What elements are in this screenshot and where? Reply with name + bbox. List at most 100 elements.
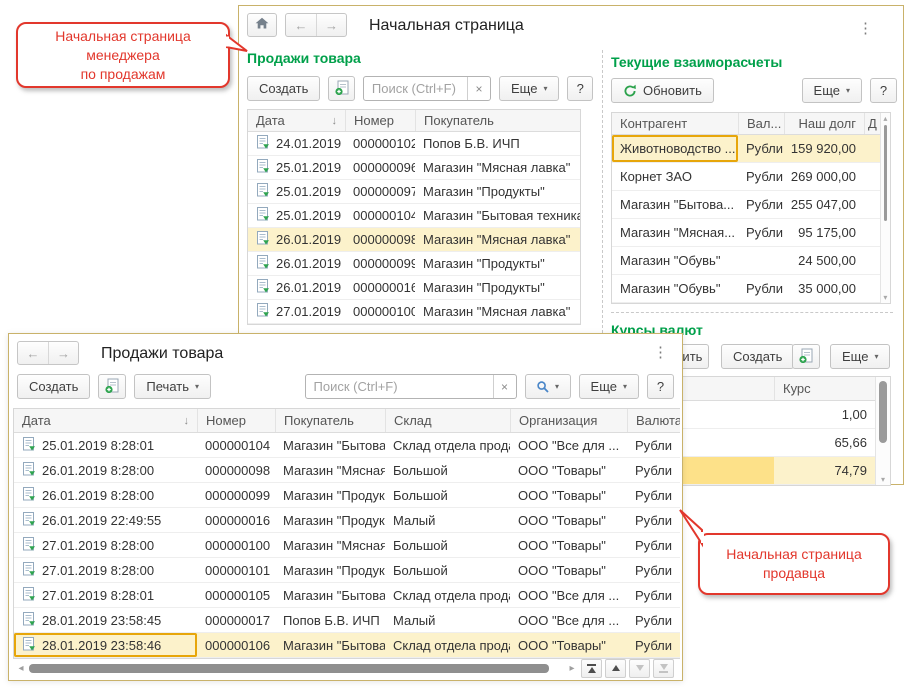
table-row[interactable]: Магазин "Обувь" Рубли 35 000,00 [612, 275, 880, 303]
create-button[interactable]: Создать [247, 76, 320, 101]
col-currency[interactable]: Валюта в [627, 409, 680, 432]
posted-document-icon [256, 303, 270, 320]
col-contractor[interactable]: Контрагент [612, 113, 738, 134]
col-currency[interactable]: Вал... [738, 113, 784, 134]
back-arrow-icon[interactable]: ← [18, 342, 48, 364]
horizontal-scrollbar[interactable] [27, 663, 562, 674]
home-sales-search: × [363, 76, 491, 101]
table-row[interactable]: 27.01.2019 8:28:01 000000105 Магазин "Бы… [14, 583, 680, 608]
search-input[interactable] [306, 379, 493, 394]
chevron-down-icon: ▾ [846, 86, 850, 95]
col-buyer[interactable]: Покупатель [275, 409, 385, 432]
print-button[interactable]: Печать▾ [134, 374, 211, 399]
clear-search-icon[interactable]: × [493, 375, 516, 398]
posted-document-icon [22, 462, 36, 479]
kebab-menu-icon[interactable]: ⋮ [653, 346, 668, 360]
col-date[interactable]: Дата↓ [248, 110, 345, 131]
search-input[interactable] [364, 81, 467, 96]
help-button[interactable]: ? [567, 76, 593, 101]
create-by-copy-button[interactable] [792, 344, 820, 369]
table-row[interactable]: 24.01.2019 ... 000000102 Попов Б.В. ИЧП [248, 132, 580, 156]
create-by-copy-button[interactable] [98, 374, 126, 399]
forward-arrow-icon[interactable]: → [48, 342, 78, 364]
table-row[interactable]: Магазин "Бытова... Рубли 255 047,00 [612, 191, 880, 219]
col-warehouse[interactable]: Склад [385, 409, 510, 432]
table-row[interactable]: 26.01.2019 22:49:55 000000016 Магазин "П… [14, 508, 680, 533]
col-date[interactable]: Дата↓ [14, 409, 197, 432]
table-row[interactable]: 28.01.2019 23:58:46 000000106 Магазин "Б… [14, 633, 680, 658]
table-row[interactable]: 25.01.2019 ... 000000104 Магазин "Бытова… [248, 204, 580, 228]
help-button[interactable]: ? [647, 374, 674, 399]
more-button[interactable]: Еще▾ [830, 344, 890, 369]
table-row[interactable]: Корнет ЗАО Рубли 269 000,00 [612, 163, 880, 191]
kebab-menu-icon[interactable]: ⋮ [858, 22, 873, 36]
clear-search-icon[interactable]: × [467, 77, 490, 100]
copy-document-icon [798, 348, 814, 366]
posted-document-icon [256, 279, 270, 296]
sales-table-header: Дата↓ Номер Покупатель Склад Организация… [14, 409, 680, 433]
create-button[interactable]: Создать [721, 344, 794, 369]
chevron-down-icon: ▾ [874, 352, 878, 361]
scrollbar-thumb[interactable] [29, 664, 549, 673]
scrollbar-thumb[interactable] [879, 381, 887, 443]
table-row[interactable]: 27.01.2019 8:28:00 000000100 Магазин "Мя… [14, 533, 680, 558]
more-button[interactable]: Еще▾ [499, 76, 559, 101]
scroll-right-icon[interactable]: ▸ [566, 663, 578, 674]
settlements-scrollbar[interactable]: ▴ ▾ [880, 113, 890, 303]
col-number[interactable]: Номер [345, 110, 415, 131]
table-row[interactable]: 26.01.2019 ... 000000016 Магазин "Продук… [248, 276, 580, 300]
scrollbar-thumb[interactable] [884, 125, 887, 221]
history-nav: ← → [285, 13, 347, 37]
table-row[interactable]: 27.01.2019 8:28:00 000000101 Магазин "Пр… [14, 558, 680, 583]
col-our-debt[interactable]: Наш долг [784, 113, 864, 134]
table-row[interactable]: Магазин "Обувь" 24 500,00 [612, 247, 880, 275]
col-org[interactable]: Организация [510, 409, 627, 432]
more-button[interactable]: Еще▾ [802, 78, 862, 103]
posted-document-icon [22, 587, 36, 604]
table-row[interactable]: 26.01.2019 8:28:00 000000098 Магазин "Мя… [14, 458, 680, 483]
sales-search: × [305, 374, 517, 399]
table-row[interactable]: 26.01.2019 ... 000000098 Магазин "Мясная… [248, 228, 580, 252]
posted-document-icon [22, 487, 36, 504]
table-row[interactable]: 25.01.2019 8:28:01 000000104 Магазин "Бы… [14, 433, 680, 458]
go-next-button[interactable] [629, 659, 650, 678]
history-nav: ← → [17, 341, 79, 365]
table-row[interactable]: 25.01.2019 ... 000000096 Магазин "Мясная… [248, 156, 580, 180]
back-arrow-icon[interactable]: ← [286, 14, 316, 36]
callout-text-line: Начальная страница [18, 27, 228, 46]
table-row[interactable]: 25.01.2019 ... 000000097 Магазин "Продук… [248, 180, 580, 204]
table-row[interactable]: 27.01.2019 ... 000000100 Магазин "Мясная… [248, 300, 580, 324]
col-buyer[interactable]: Покупатель [415, 110, 580, 131]
table-row[interactable]: 28.01.2019 23:58:45 000000017 Попов Б.В.… [14, 608, 680, 633]
table-row[interactable]: 26.01.2019 8:28:00 000000099 Магазин "Пр… [14, 483, 680, 508]
advanced-search-button[interactable]: ▾ [525, 374, 571, 399]
table-row[interactable]: Магазин "Мясная... Рубли 95 175,00 [612, 219, 880, 247]
go-last-button[interactable] [653, 659, 674, 678]
callout-text-line: продавца [700, 564, 888, 583]
forward-arrow-icon[interactable]: → [316, 14, 346, 36]
scroll-down-icon[interactable]: ▾ [881, 293, 890, 302]
col-rate[interactable]: Курс [774, 377, 875, 400]
table-row[interactable]: 26.01.2019 ... 000000099 Магазин "Продук… [248, 252, 580, 276]
table-row[interactable]: Животноводство ... Рубли 159 920,00 [612, 135, 880, 163]
refresh-button[interactable]: Обновить [611, 78, 714, 103]
create-button[interactable]: Создать [17, 374, 90, 399]
home-button[interactable] [247, 13, 277, 37]
col-number[interactable]: Номер [197, 409, 275, 432]
help-button[interactable]: ? [870, 78, 897, 103]
col-d[interactable]: Д [864, 113, 880, 134]
go-previous-button[interactable] [605, 659, 626, 678]
scroll-down-icon[interactable]: ▾ [876, 475, 890, 484]
sales-window-title: Продажи товара [101, 345, 223, 363]
home-sales-rows: 24.01.2019 ... 000000102 Попов Б.В. ИЧП … [248, 132, 580, 324]
scroll-left-icon[interactable]: ◂ [15, 663, 27, 674]
create-by-copy-button[interactable] [328, 76, 354, 101]
scroll-up-icon[interactable]: ▴ [881, 114, 890, 123]
more-button[interactable]: Еще▾ [579, 374, 639, 399]
go-previous-icon [612, 665, 620, 671]
section-divider-horizontal[interactable] [611, 312, 893, 313]
sales-bottom-bar: ◂ ▸ [15, 658, 674, 678]
posted-document-icon [256, 135, 270, 152]
go-first-button[interactable] [581, 659, 602, 678]
rates-scrollbar[interactable]: ▾ [875, 377, 890, 485]
